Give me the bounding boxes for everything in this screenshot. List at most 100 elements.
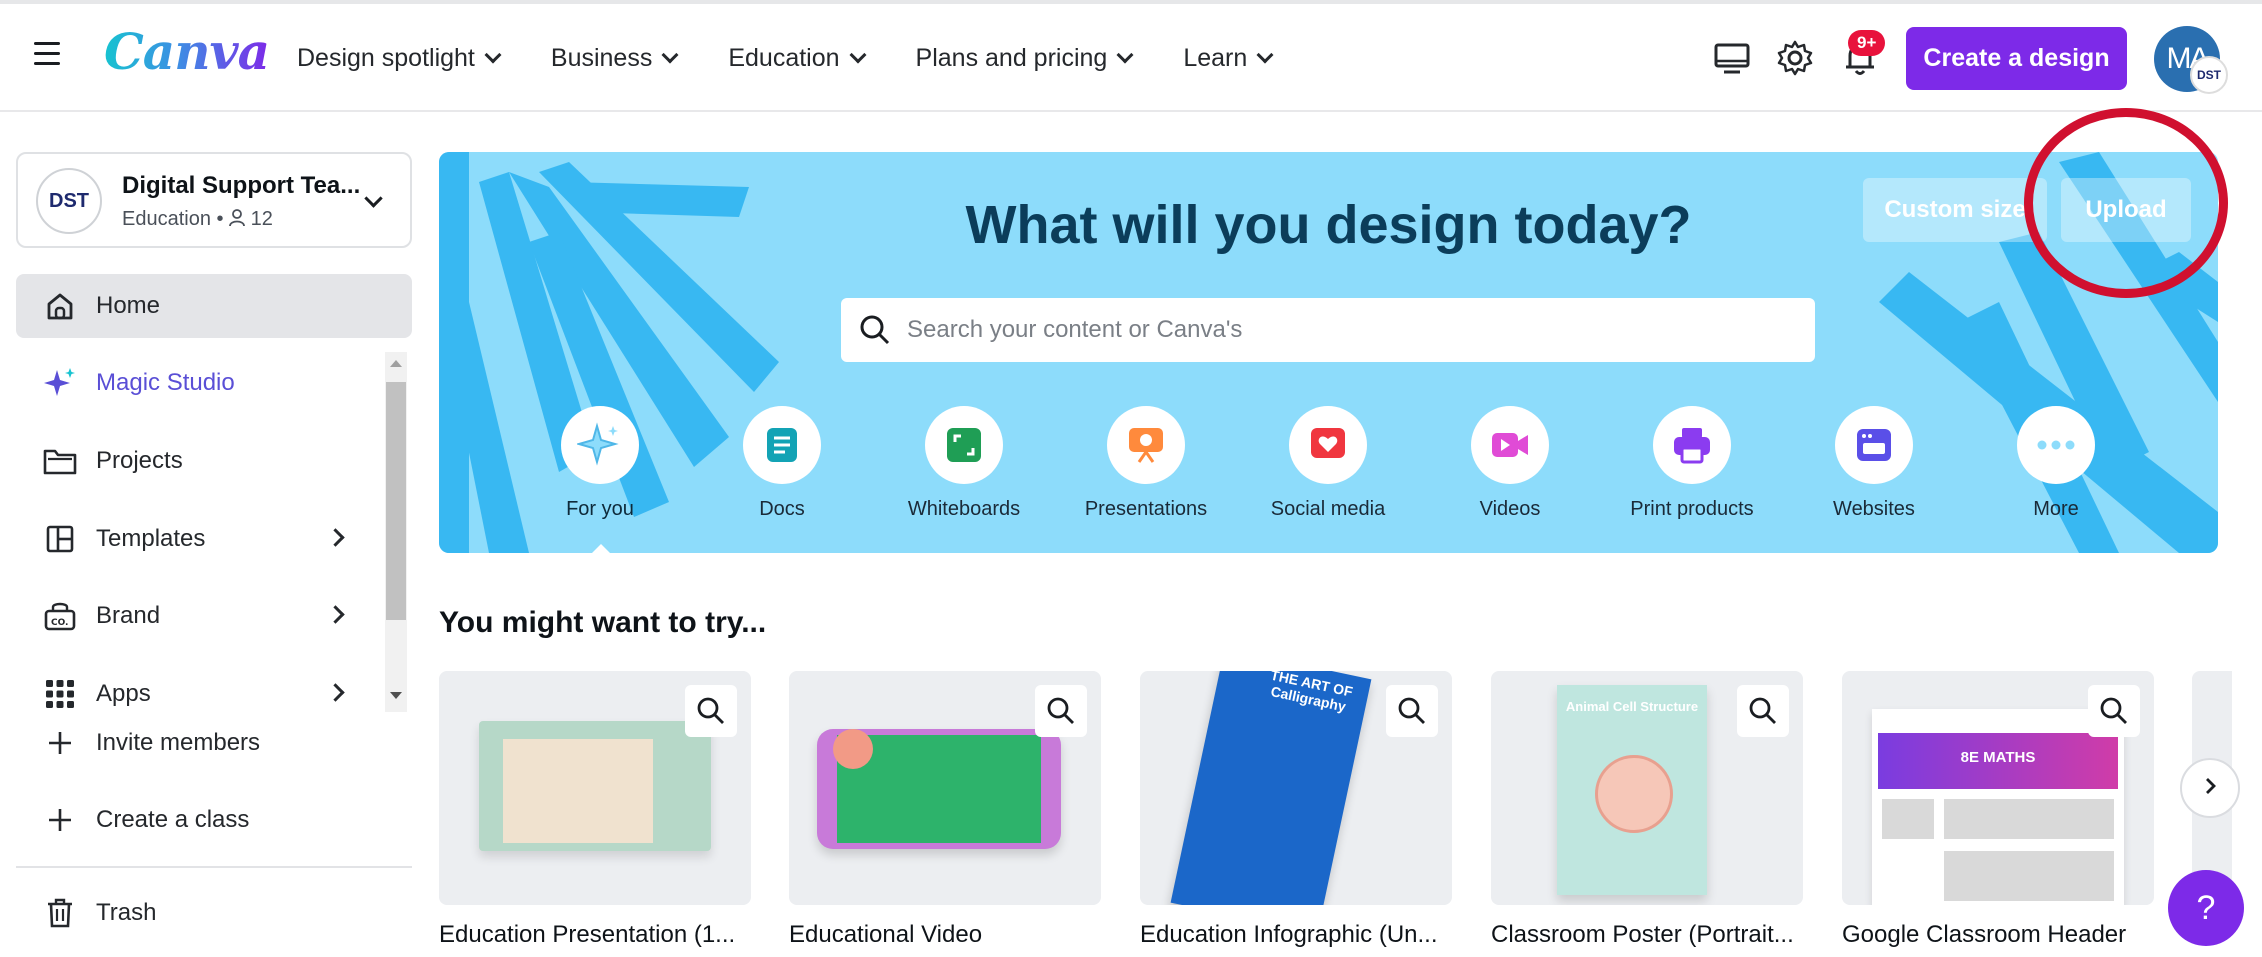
chevron-down-icon	[661, 46, 679, 64]
category-print-products[interactable]: Print products	[1617, 406, 1767, 521]
plus-icon	[42, 725, 78, 761]
card-title: Education Infographic (Un...	[1140, 921, 1438, 948]
sidebar-item-label: Create a class	[96, 806, 250, 833]
sparkle-icon	[42, 365, 78, 401]
search-icon[interactable]	[685, 685, 737, 737]
category-label: For you	[566, 498, 634, 520]
sidebar-item-label: Brand	[96, 602, 161, 629]
nav-plans-and-pricing[interactable]: Plans and pricing	[916, 38, 1134, 78]
separator-dot: •	[216, 208, 230, 230]
sidebar-item-invite-members[interactable]: Invite members	[16, 711, 412, 775]
sidebar-scroll-thumb[interactable]	[386, 382, 406, 620]
search-icon[interactable]	[1386, 685, 1438, 737]
team-avatar-badge: DST	[2190, 56, 2228, 94]
trash-icon	[42, 895, 78, 931]
desktop-app-icon[interactable]	[1712, 38, 1752, 78]
sidebar-item-projects[interactable]: Projects	[16, 429, 376, 493]
carousel-next-button[interactable]	[2180, 758, 2240, 818]
search-icon[interactable]	[2088, 685, 2140, 737]
card-thumbnail: Animal Cell Structure	[1491, 671, 1803, 905]
nav-design-spotlight[interactable]: Design spotlight	[297, 38, 502, 78]
folder-icon	[42, 443, 78, 479]
notification-badge: 9+	[1848, 30, 1886, 56]
nav-label: Business	[550, 43, 653, 72]
suggestion-card[interactable]: Animal Cell Structure Classroom Poster (…	[1491, 671, 1803, 949]
scroll-down-arrow-icon[interactable]	[390, 692, 402, 699]
custom-size-button[interactable]: Custom size	[1863, 178, 2047, 242]
thumbnail-block	[1944, 799, 2114, 839]
category-label: Whiteboards	[907, 498, 1021, 520]
category-label: Print products	[1630, 498, 1754, 520]
presentation-icon	[1107, 406, 1185, 484]
nav-learn[interactable]: Learn	[1183, 38, 1274, 78]
sidebar-item-magic-studio[interactable]: Magic Studio	[16, 351, 376, 415]
sidebar-item-label: Home	[96, 292, 161, 319]
sidebar-item-create-class[interactable]: Create a class	[16, 788, 412, 852]
card-title: Classroom Poster (Portrait...	[1491, 921, 1794, 948]
suggestion-card[interactable]: 8E MATHS Google Classroom Header	[1842, 671, 2154, 949]
nav-label: Learn	[1183, 43, 1248, 72]
top-navigation-bar: Canva Design spotlight Business Educatio…	[0, 0, 2262, 112]
docs-icon	[743, 406, 821, 484]
category-social-media[interactable]: Social media	[1253, 406, 1403, 521]
sidebar-item-label: Apps	[96, 680, 151, 707]
canva-logo[interactable]: Canva	[104, 22, 270, 81]
category-label: Social media	[1270, 498, 1386, 520]
printer-icon	[1653, 406, 1731, 484]
gear-icon[interactable]	[1775, 38, 1815, 78]
suggestion-card[interactable]: Educational Video	[789, 671, 1101, 949]
design-search-input[interactable]: Search your content or Canva's	[841, 298, 1815, 362]
team-switcher[interactable]: DST Digital Support Tea... Education • 1…	[16, 152, 412, 248]
card-thumbnail: 8E MATHS	[1842, 671, 2154, 905]
category-docs[interactable]: Docs	[707, 406, 857, 521]
search-icon	[859, 314, 891, 346]
chevron-down-icon	[1256, 46, 1274, 64]
nav-business[interactable]: Business	[550, 38, 679, 78]
category-whiteboards[interactable]: Whiteboards	[889, 406, 1039, 521]
category-for-you[interactable]: For you	[525, 406, 675, 521]
sidebar-item-trash[interactable]: Trash	[16, 881, 412, 945]
category-label: Websites	[1833, 498, 1915, 520]
hero-banner: What will you design today? Custom size …	[439, 152, 2218, 553]
sidebar-item-templates[interactable]: Templates	[16, 507, 376, 571]
category-websites[interactable]: Websites	[1799, 406, 1949, 521]
category-presentations[interactable]: Presentations	[1071, 406, 1221, 521]
thumbnail-text: Animal Cell Structure	[1565, 699, 1699, 714]
sidebar-item-brand[interactable]: CO. Brand	[16, 584, 376, 648]
suggestion-card[interactable]: Education Presentation (1...	[439, 671, 751, 949]
category-videos[interactable]: Videos	[1435, 406, 1585, 521]
thumbnail-paper	[503, 739, 653, 843]
highlight-annotation-circle	[2024, 108, 2228, 298]
sidebar-divider	[16, 866, 412, 868]
create-design-button[interactable]: Create a design	[1906, 27, 2127, 90]
search-icon[interactable]	[1737, 685, 1789, 737]
nav-education[interactable]: Education	[728, 38, 867, 78]
sparkle-icon	[561, 406, 639, 484]
thumbnail-block	[1944, 851, 2114, 901]
chevron-right-icon	[326, 605, 345, 624]
category-label: Docs	[759, 498, 805, 520]
home-icon	[42, 288, 78, 324]
search-placeholder: Search your content or Canva's	[907, 316, 1243, 343]
help-button[interactable]: ?	[2168, 870, 2244, 946]
chevron-down-icon	[849, 46, 867, 64]
category-more[interactable]: More	[1981, 406, 2131, 521]
team-logo: DST	[36, 168, 102, 234]
thumbnail-block	[1882, 799, 1934, 839]
suggestion-card[interactable]: THE ART OF Calligraphy Education Infogra…	[1140, 671, 1452, 949]
sidebar-item-label: Projects	[96, 447, 183, 474]
sidebar-item-home[interactable]: Home	[16, 274, 412, 338]
website-icon	[1835, 406, 1913, 484]
card-thumbnail: THE ART OF Calligraphy	[1140, 671, 1452, 905]
search-icon[interactable]	[1035, 685, 1087, 737]
thumbnail-cell	[1595, 755, 1673, 833]
team-subtitle: Education • 12	[122, 208, 273, 231]
card-title: Google Classroom Header	[1842, 921, 2127, 948]
menu-icon[interactable]	[34, 42, 60, 66]
card-title: Educational Video	[789, 921, 983, 948]
scroll-up-arrow-icon[interactable]	[390, 360, 402, 367]
nav-label: Design spotlight	[297, 43, 475, 72]
category-label: Presentations	[1084, 498, 1208, 520]
thumbnail-text: 8E MATHS	[1960, 749, 2036, 766]
chevron-down-icon	[364, 189, 383, 208]
